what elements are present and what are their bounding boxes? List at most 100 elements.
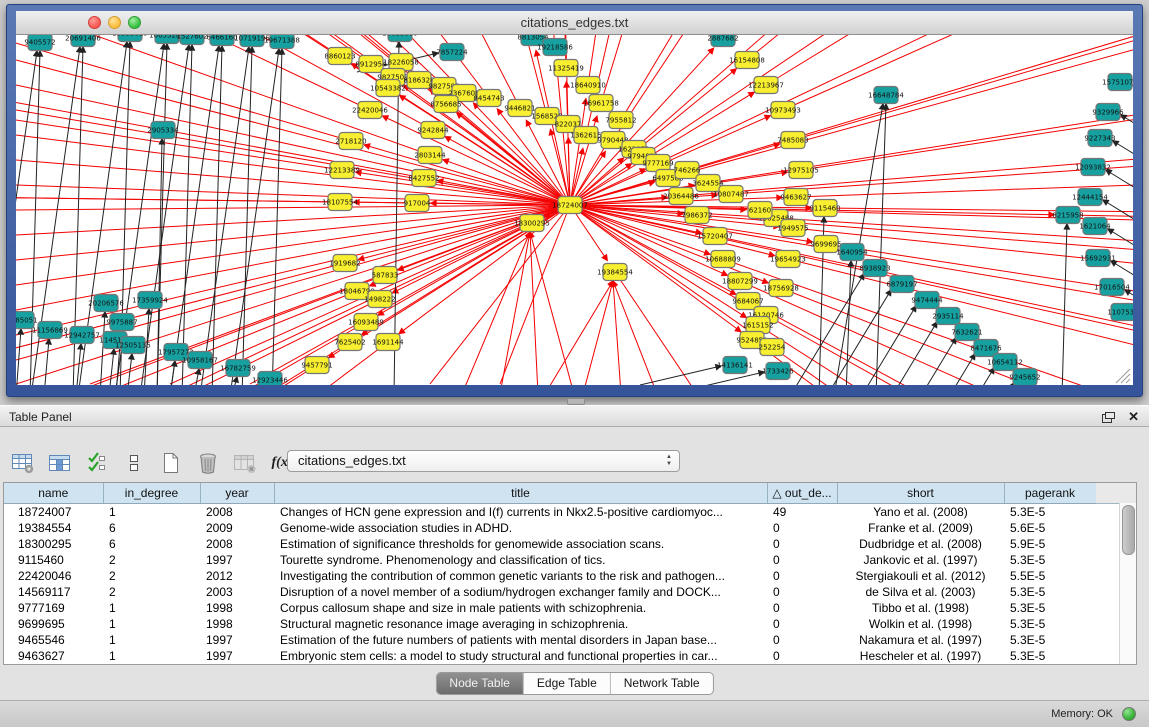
column-header-pagerank[interactable]: pagerank	[1004, 483, 1096, 504]
graph-node[interactable]: 8938923	[859, 260, 890, 277]
column-header-short[interactable]: short	[837, 483, 1004, 504]
table-cell-pagerank[interactable]: 5.6E-5	[1004, 520, 1096, 536]
table-cell-title[interactable]: Structural magnetic resonance image aver…	[274, 616, 767, 632]
graph-node[interactable]: 9115460	[809, 200, 840, 217]
graph-node[interactable]: 12093832	[1075, 159, 1111, 176]
table-cell-out_degree[interactable]: 0	[767, 520, 837, 536]
table-cell-title[interactable]: Estimation of the future numbers of pati…	[274, 632, 767, 648]
table-cell-pagerank[interactable]: 5.9E-5	[1004, 536, 1096, 552]
table-cell-short[interactable]: Nakamura et al. (1997)	[837, 632, 1004, 648]
table-cell-pagerank[interactable]: 5.3E-5	[1004, 632, 1096, 648]
graph-node[interactable]: 1733426	[762, 363, 794, 380]
network-window[interactable]: citations_edges.txt 18724007183002951938…	[6, 4, 1143, 397]
table-cell-out_degree[interactable]: 0	[767, 568, 837, 584]
graph-node[interactable]: 8427552	[408, 170, 439, 187]
column-header-year[interactable]: year	[200, 483, 274, 504]
table-cell-title[interactable]: Disruption of a novel member of a sodium…	[274, 584, 767, 600]
table-row[interactable]: 946362711997Embryonic stem cells: a mode…	[4, 648, 1096, 664]
table-cell-in_degree[interactable]: 2	[103, 568, 200, 584]
graph-node[interactable]: 15692931	[1080, 250, 1116, 267]
tab-network-table[interactable]: Network Table	[610, 673, 713, 694]
table-cell-year[interactable]: 2009	[200, 520, 274, 536]
table-select-dropdown[interactable]: citations_edges.txt ▲▼	[287, 450, 680, 472]
table-cell-name[interactable]: 14569117	[4, 584, 103, 600]
graph-node[interactable]: 19218586	[537, 39, 573, 56]
table-row[interactable]: 1872400712008Changes of HCN gene express…	[4, 504, 1096, 521]
table-cell-pagerank[interactable]: 5.3E-5	[1004, 584, 1096, 600]
table-cell-name[interactable]: 18724007	[4, 504, 103, 521]
graph-node[interactable]: 16648784	[868, 87, 904, 104]
graph-node[interactable]: 18756928	[763, 280, 799, 297]
graph-node[interactable]: 9245652	[1009, 369, 1040, 386]
graph-node[interactable]: 9242844	[417, 122, 449, 139]
table-cell-in_degree[interactable]: 2	[103, 552, 200, 568]
graph-node[interactable]: 19384554	[597, 264, 633, 281]
graph-node[interactable]: 6466160	[206, 35, 237, 46]
graph-node[interactable]: 19654923	[770, 251, 806, 268]
table-cell-in_degree[interactable]: 6	[103, 536, 200, 552]
table-cell-year[interactable]: 1998	[200, 600, 274, 616]
table-cell-year[interactable]: 2003	[200, 584, 274, 600]
graph-node[interactable]: 19933819	[112, 35, 148, 42]
table-cell-year[interactable]: 2008	[200, 536, 274, 552]
table-row[interactable]: 1456911722003Disruption of a novel membe…	[4, 584, 1096, 600]
column-header-in_degree[interactable]: in_degree	[103, 483, 200, 504]
table-row[interactable]: 1938455462009Genome-wide association stu…	[4, 520, 1096, 536]
graph-node[interactable]: 7857224	[436, 44, 468, 61]
new-document-icon[interactable]	[158, 451, 184, 475]
table-cell-short[interactable]: Stergiakouli et al. (2012)	[837, 568, 1004, 584]
table-cell-name[interactable]: 9699695	[4, 616, 103, 632]
table-cell-year[interactable]: 1997	[200, 648, 274, 664]
float-panel-icon[interactable]	[1102, 412, 1115, 423]
table-cell-name[interactable]: 9115460	[4, 552, 103, 568]
tab-node-table[interactable]: Node Table	[436, 673, 523, 694]
graph-node[interactable]: 19671388	[264, 35, 300, 49]
graph-node[interactable]: 7625402	[334, 334, 365, 351]
table-cell-title[interactable]: Embryonic stem cells: a model to study s…	[274, 648, 767, 664]
graph-node[interactable]: 7986372	[681, 207, 712, 224]
graph-node[interactable]: 10958167	[182, 352, 218, 369]
graph-node[interactable]: 12923446	[252, 372, 288, 386]
table-cell-pagerank[interactable]: 5.3E-5	[1004, 600, 1096, 616]
graph-node[interactable]: 1691144	[372, 334, 404, 351]
column-header-out_degree[interactable]: △ out_de...	[767, 483, 837, 504]
graph-node[interactable]: 14136141	[717, 357, 753, 374]
table-scrollbar[interactable]	[1119, 503, 1136, 664]
graph-node[interactable]: 8860123	[324, 48, 355, 65]
graph-node[interactable]: 20364486	[663, 188, 699, 205]
graph-node[interactable]: 16782759	[220, 360, 256, 377]
table-cell-title[interactable]: Changes of HCN gene expression and I(f) …	[274, 504, 767, 521]
select-rows-icon[interactable]	[84, 451, 110, 475]
graph-node[interactable]: 9457791	[301, 357, 332, 374]
table-cell-pagerank[interactable]: 5.3E-5	[1004, 616, 1096, 632]
table-cell-name[interactable]: 9465546	[4, 632, 103, 648]
table-cell-out_degree[interactable]: 0	[767, 552, 837, 568]
table-cell-short[interactable]: Wolkin et al. (1998)	[837, 616, 1004, 632]
table-cell-pagerank[interactable]: 5.3E-5	[1004, 552, 1096, 568]
rows-icon[interactable]	[121, 451, 147, 475]
table-cell-name[interactable]: 9463627	[4, 648, 103, 664]
table-cell-year[interactable]: 1997	[200, 552, 274, 568]
graph-node[interactable]: 16033809	[382, 35, 418, 42]
graph-node[interactable]: 20206576	[88, 295, 124, 312]
graph-node[interactable]: 1919682	[329, 255, 360, 272]
close-button[interactable]	[88, 16, 101, 29]
table-settings-icon[interactable]	[10, 451, 36, 475]
graph-node[interactable]: 9227343	[1084, 130, 1115, 147]
zoom-button[interactable]	[128, 16, 141, 29]
graph-node[interactable]: 10688809	[705, 251, 741, 268]
table-cell-in_degree[interactable]: 1	[103, 504, 200, 521]
table-cell-short[interactable]: de Silva et al. (2003)	[837, 584, 1004, 600]
table-cell-out_degree[interactable]: 0	[767, 648, 837, 664]
graph-canvas[interactable]: 1872400718300295193845548860123891295418…	[16, 35, 1133, 385]
table-cell-short[interactable]: Hescheler et al. (1997)	[837, 648, 1004, 664]
graph-node[interactable]: 10807487	[713, 186, 749, 203]
table-cell-short[interactable]: Franke et al. (2009)	[837, 520, 1004, 536]
table-cell-out_degree[interactable]: 0	[767, 536, 837, 552]
graph-node[interactable]: 7632621	[951, 324, 982, 341]
graph-node[interactable]: 12213967	[748, 77, 784, 94]
tab-edge-table[interactable]: Edge Table	[523, 673, 610, 694]
table-cell-out_degree[interactable]: 0	[767, 584, 837, 600]
graph-node[interactable]: 12444154	[1072, 189, 1108, 206]
graph-node[interactable]: 1527602	[176, 35, 207, 45]
